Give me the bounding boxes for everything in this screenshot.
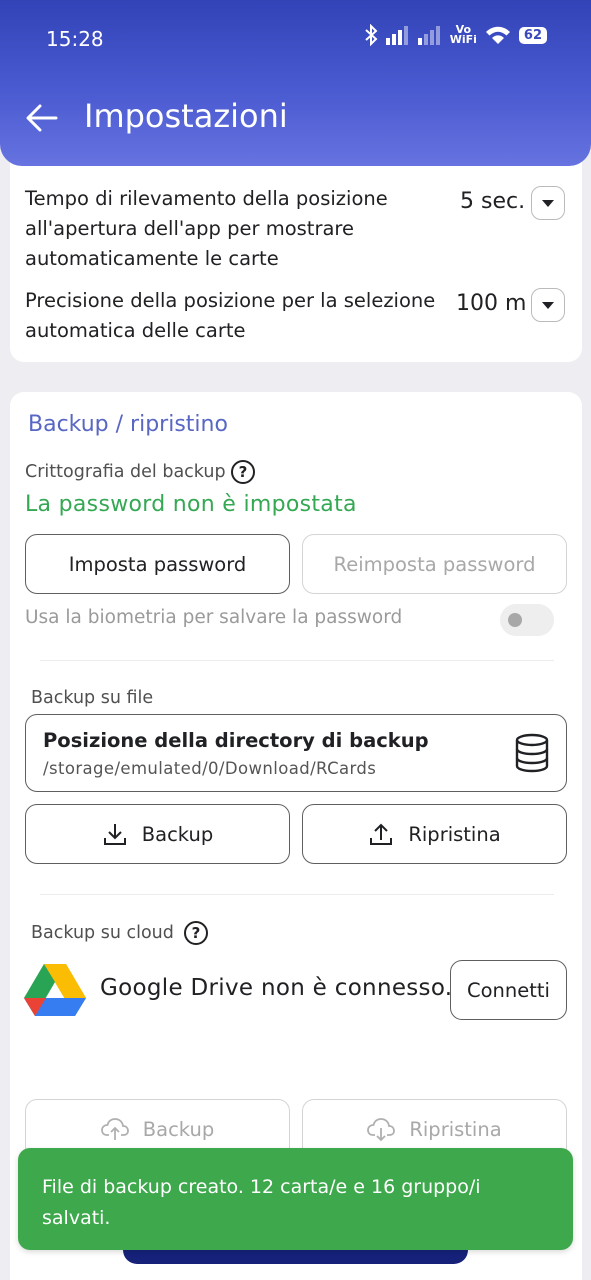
signal-icon — [417, 26, 440, 45]
vowifi-bottom: WiFi — [449, 33, 477, 46]
signal-icon — [385, 26, 408, 45]
status-time: 15:28 — [46, 27, 104, 51]
help-icon[interactable]: ? — [231, 460, 255, 484]
file-backup-label: Backup su file — [31, 688, 154, 708]
database-icon — [515, 733, 549, 773]
divider — [40, 894, 554, 895]
cloud-restore-label-text: Ripristina — [409, 1117, 502, 1141]
upload-icon — [370, 823, 393, 845]
bluetooth-icon — [365, 24, 378, 46]
toast-message: File di backup creato. 12 carta/e e 16 g… — [18, 1148, 573, 1250]
directory-title: Posizione della directory di backup — [43, 729, 429, 752]
chevron-down-icon — [542, 199, 554, 207]
biometric-label: Usa la biometria per salvare la password — [25, 607, 403, 628]
vowifi-indicator: Vo WiFi — [449, 24, 477, 46]
status-icons: Vo WiFi 62 — [364, 24, 547, 46]
file-restore-button[interactable]: Ripristina — [302, 804, 567, 864]
cloud-backup-label-text: Backup — [142, 1117, 215, 1141]
location-timeout-dropdown[interactable] — [531, 186, 565, 220]
location-precision-label: Precisione della posizione per la selezi… — [25, 289, 436, 342]
location-timeout-label: Tempo di rilevamento della posizione all… — [25, 187, 388, 270]
wifi-icon — [485, 26, 510, 44]
cloud-upload-icon — [100, 1118, 129, 1140]
divider — [40, 660, 554, 661]
connect-button[interactable]: Connetti — [450, 960, 567, 1020]
location-precision-value[interactable]: 100 m — [456, 291, 526, 316]
reset-password-button[interactable]: Reimposta password — [302, 534, 567, 594]
toggle-knob — [508, 613, 522, 627]
directory-path: /storage/emulated/0/Download/RCards — [43, 759, 377, 778]
google-drive-icon — [24, 964, 86, 1016]
battery-indicator: 62 — [518, 26, 547, 44]
location-settings-card: Tempo di rilevamento della posizione all… — [10, 140, 582, 362]
section-title-backup: Backup / ripristino — [28, 412, 228, 437]
set-password-button[interactable]: Imposta password — [25, 534, 290, 594]
password-status: La password non è impostata — [25, 492, 357, 517]
back-arrow-icon[interactable] — [24, 100, 60, 136]
backup-button-label: Backup — [141, 822, 214, 846]
biometric-toggle[interactable] — [500, 604, 554, 636]
backup-settings-card: Backup / ripristino Crittografia del bac… — [10, 392, 582, 1280]
page-title: Impostazioni — [84, 97, 288, 135]
backup-directory-selector[interactable]: Posizione della directory di backup /sto… — [25, 714, 567, 792]
google-drive-status: Google Drive non è connesso. — [100, 975, 453, 1001]
location-precision-dropdown[interactable] — [531, 288, 565, 322]
restore-button-label: Ripristina — [408, 822, 501, 846]
location-timeout-value[interactable]: 5 sec. — [460, 189, 525, 214]
cloud-download-icon — [367, 1118, 396, 1142]
download-icon — [103, 824, 126, 845]
app-header: 15:28 Vo WiFi 62 Impostazioni — [0, 0, 591, 166]
help-icon[interactable]: ? — [184, 921, 208, 945]
encryption-label: Crittografia del backup — [25, 462, 226, 482]
file-backup-button[interactable]: Backup — [25, 804, 290, 864]
cloud-backup-label: Backup su cloud — [31, 923, 174, 943]
chevron-down-icon — [542, 301, 554, 309]
